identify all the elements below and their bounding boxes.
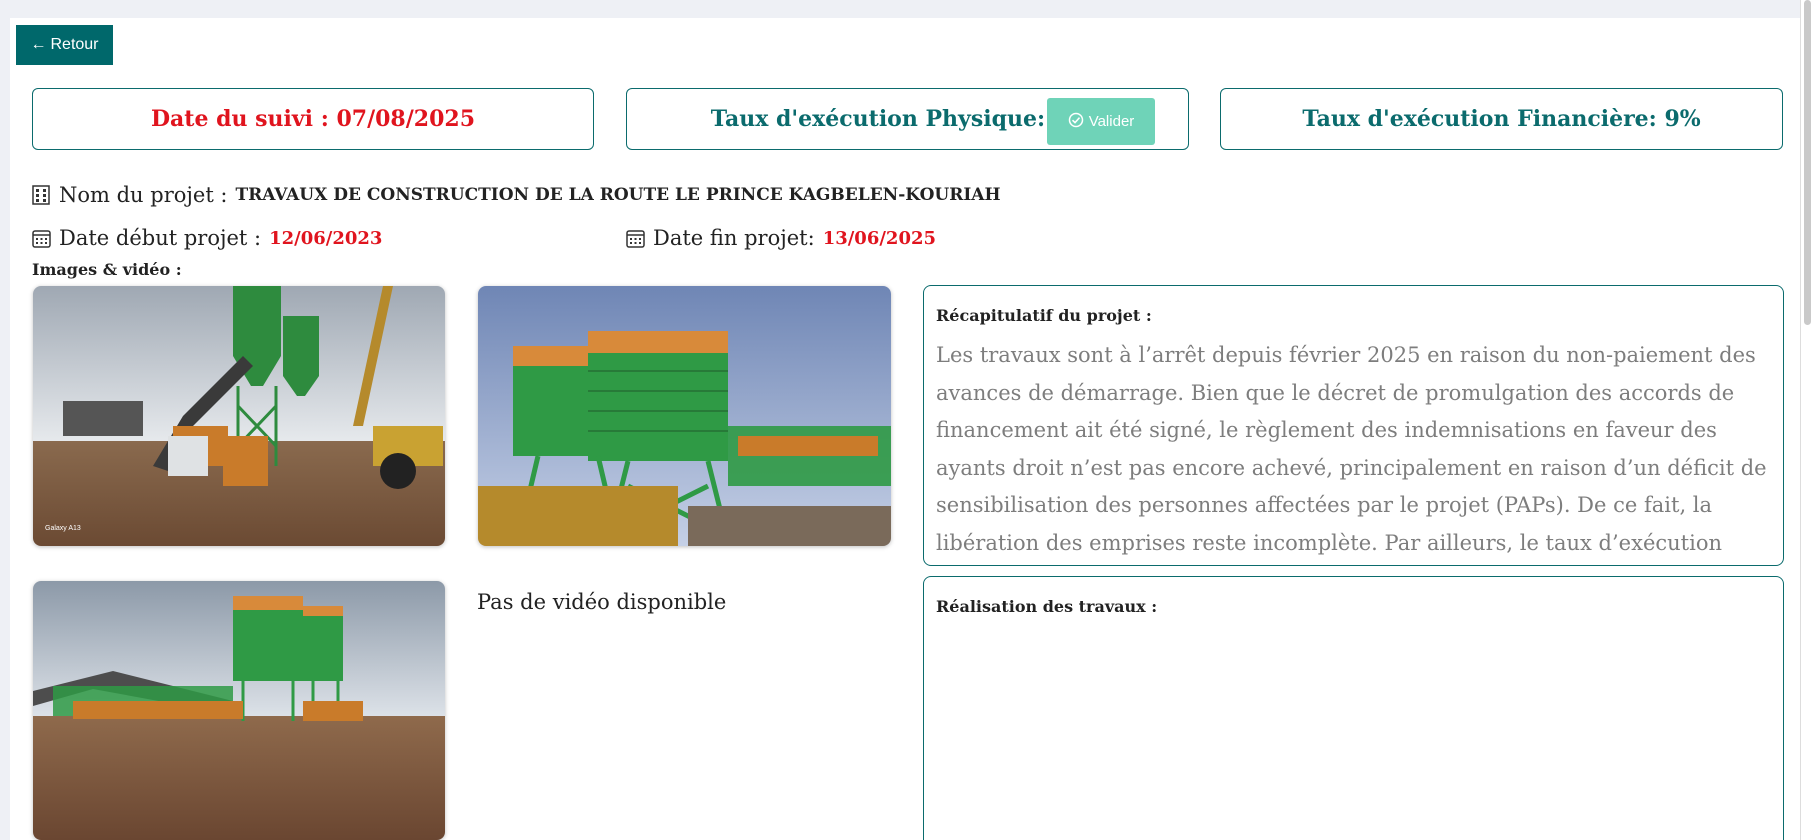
start-date-row: Date début projet : 12/06/2023 (31, 226, 382, 250)
site-photo-1[interactable]: Galaxy A13 (33, 286, 445, 546)
calendar-icon (31, 228, 51, 248)
end-date-label: Date fin projet: (653, 226, 815, 250)
realisation-title: Réalisation des travaux : (936, 597, 1158, 616)
vertical-scrollbar[interactable] (1800, 0, 1813, 840)
check-circle-icon (1068, 112, 1084, 132)
site-photo-3[interactable] (33, 581, 445, 840)
valider-button[interactable]: Valider (1047, 98, 1155, 145)
arrow-left-icon: ← (30, 36, 47, 53)
recap-panel: Récapitulatif du projet : Les travaux so… (923, 285, 1784, 566)
realisation-panel: Réalisation des travaux : (923, 576, 1784, 840)
back-button[interactable]: ← Retour (16, 25, 113, 65)
start-date-label: Date début projet : (59, 226, 262, 250)
date-suivi-text: Date du suivi : 07/08/2025 (150, 106, 476, 132)
stat-date-suivi: Date du suivi : 07/08/2025 (32, 88, 594, 150)
back-button-label: Retour (50, 36, 99, 53)
taux-financiere-text: Taux d'exécution Financière: 9% (1302, 106, 1701, 132)
recap-text: Les travaux sont à l’arrêt depuis févrie… (936, 343, 1767, 555)
project-name-row: Nom du projet : TRAVAUX DE CONSTRUCTION … (31, 183, 1001, 207)
end-date-value: 13/06/2025 (822, 227, 937, 249)
stat-taux-financiere: Taux d'exécution Financière: 9% (1220, 88, 1783, 150)
project-name-label: Nom du projet : (59, 183, 228, 207)
scrollbar-thumb[interactable] (1804, 0, 1811, 325)
no-video-text: Pas de vidéo disponible (477, 590, 727, 614)
taux-physique-text: Taux d'exécution Physique: 11% (710, 106, 1105, 132)
building-icon (31, 185, 51, 205)
site-photo-2[interactable] (478, 286, 891, 546)
images-video-label: Images & vidéo : (32, 260, 182, 279)
recap-title: Récapitulatif du projet : (936, 306, 1152, 325)
end-date-row: Date fin projet: 13/06/2025 (625, 226, 936, 250)
start-date-value: 12/06/2023 (269, 227, 383, 249)
calendar-icon (625, 228, 645, 248)
valider-label: Valider (1088, 113, 1135, 130)
photo-watermark: Galaxy A13 (45, 525, 81, 532)
project-name-value: TRAVAUX DE CONSTRUCTION DE LA ROUTE LE P… (235, 185, 1001, 205)
